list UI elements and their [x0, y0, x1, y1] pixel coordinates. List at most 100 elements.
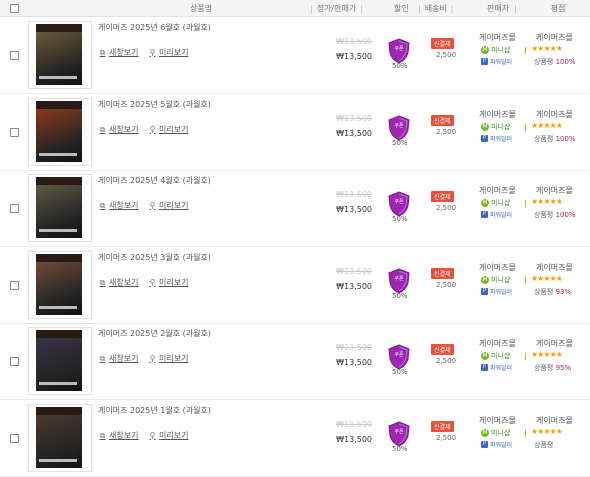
select-all-checkbox[interactable] [10, 4, 19, 13]
product-thumbnail[interactable] [28, 251, 92, 319]
header-shipping: | 배송비 | [418, 4, 454, 13]
new-window-icon: ⧉ [99, 353, 106, 363]
new-window-link[interactable]: ⧉ 새창보기 [98, 200, 139, 211]
row-checkbox[interactable] [10, 128, 19, 137]
minishop-icon: M [481, 429, 489, 437]
seller-name[interactable]: 게이머즈몰 [479, 262, 516, 273]
sale-price: ₩13,500 [336, 205, 372, 214]
coupon-shield-icon[interactable]: 쿠폰 [388, 115, 410, 141]
magazine-cover-image [36, 24, 82, 85]
sale-price: ₩13,500 [336, 52, 372, 61]
payment-badge: 신결제 [431, 344, 454, 355]
new-window-link[interactable]: ⧉ 새창보기 [98, 47, 139, 58]
star-rating: ★★★★★ [531, 121, 563, 130]
preview-link[interactable]: ⚲ 미리보기 [148, 47, 189, 58]
original-price: ₩13,500 [336, 114, 372, 123]
row-checkbox[interactable] [10, 281, 19, 290]
product-title[interactable]: 게이머즈 2025년 4월호 (과월호) [98, 175, 211, 186]
rating-divider [525, 430, 526, 437]
store-name: 게이머즈몰 [536, 33, 573, 42]
new-window-icon: ⧉ [99, 124, 106, 134]
minishop-link[interactable]: M 미니샵 [481, 428, 510, 438]
rating-divider [525, 353, 526, 360]
preview-link[interactable]: ⚲ 미리보기 [148, 200, 189, 211]
sale-price: ₩13,500 [336, 282, 372, 291]
preview-link[interactable]: ⚲ 미리보기 [148, 353, 189, 364]
coupon-shield-icon[interactable]: 쿠폰 [388, 344, 410, 370]
coupon-label: 쿠폰 [394, 199, 404, 205]
preview-link[interactable]: ⚲ 미리보기 [148, 277, 189, 288]
star-rating: ★★★★★ [531, 197, 563, 206]
new-window-icon: ⧉ [99, 277, 106, 287]
product-thumbnail[interactable] [28, 174, 92, 242]
header-seller: 판매자 [487, 4, 510, 13]
minishop-link[interactable]: M 미니샵 [481, 45, 510, 55]
list-header: 상품명 | 정가/판매가 | 할인 | 배송비 | 판매자 | 평점 [0, 0, 590, 17]
power-dealer-badge: P 파워딜러 [481, 211, 513, 219]
coupon-label: 쿠폰 [394, 429, 404, 435]
minishop-link[interactable]: M 미니샵 [481, 122, 510, 132]
minishop-link[interactable]: M 미니샵 [481, 275, 510, 285]
magnifier-icon: ⚲ [149, 277, 156, 287]
star-rating: ★★★★★ [531, 274, 563, 283]
product-thumbnail[interactable] [28, 98, 92, 166]
star-rating: ★★★★★ [531, 350, 563, 359]
minishop-link[interactable]: M 미니샵 [481, 351, 510, 361]
coupon-shield-icon[interactable]: 쿠폰 [388, 191, 410, 217]
star-rating: ★★★★★ [531, 44, 563, 53]
minishop-icon: M [481, 199, 489, 207]
sale-price: ₩13,500 [336, 435, 372, 444]
magnifier-icon: ⚲ [149, 430, 156, 440]
payment-badge: 신결제 [431, 115, 454, 126]
row-checkbox[interactable] [10, 51, 19, 60]
shipping-fee: 2,500 [436, 357, 457, 365]
magazine-cover-image [36, 330, 82, 391]
product-title[interactable]: 게이머즈 2025년 2월호 (과월호) [98, 328, 211, 339]
review-score: 상품평 100% [534, 135, 576, 143]
review-score: 상품평 100% [534, 211, 576, 219]
power-dealer-icon: P [481, 441, 488, 448]
new-window-link[interactable]: ⧉ 새창보기 [98, 277, 139, 288]
row-checkbox[interactable] [10, 204, 19, 213]
new-window-link[interactable]: ⧉ 새창보기 [98, 124, 139, 135]
original-price: ₩13,500 [336, 343, 372, 352]
seller-name[interactable]: 게이머즈몰 [479, 338, 516, 349]
rating-divider [525, 124, 526, 131]
new-window-link[interactable]: ⧉ 새창보기 [98, 353, 139, 364]
seller-name[interactable]: 게이머즈몰 [479, 109, 516, 120]
shipping-fee: 2,500 [436, 128, 457, 136]
power-dealer-badge: P 파워딜러 [481, 58, 513, 66]
header-discount: 할인 [394, 4, 409, 13]
product-title[interactable]: 게이머즈 2025년 5월호 (과월호) [98, 99, 211, 110]
product-title[interactable]: 게이머즈 2025년 3월호 (과월호) [98, 252, 211, 263]
shipping-fee: 2,500 [436, 434, 457, 442]
seller-name[interactable]: 게이머즈몰 [479, 185, 516, 196]
coupon-shield-icon[interactable]: 쿠폰 [388, 38, 410, 64]
magnifier-icon: ⚲ [149, 47, 156, 57]
minishop-link[interactable]: M 미니샵 [481, 198, 510, 208]
coupon-label: 쿠폰 [394, 276, 404, 282]
store-name: 게이머즈몰 [536, 339, 573, 348]
star-rating: ★★★★★ [531, 427, 563, 436]
new-window-link[interactable]: ⧉ 새창보기 [98, 430, 139, 441]
preview-link[interactable]: ⚲ 미리보기 [148, 430, 189, 441]
row-checkbox[interactable] [10, 357, 19, 366]
power-dealer-icon: P [481, 364, 488, 371]
power-dealer-icon: P [481, 58, 488, 65]
product-thumbnail[interactable] [28, 327, 92, 395]
product-row: 게이머즈 2025년 2월호 (과월호) ⧉ 새창보기 ⚲ 미리보기 ₩13,500… [0, 323, 590, 400]
seller-name[interactable]: 게이머즈몰 [479, 32, 516, 43]
discount-rate: 50% [392, 139, 408, 147]
coupon-shield-icon[interactable]: 쿠폰 [388, 268, 410, 294]
product-title[interactable]: 게이머즈 2025년 6월호 (과월호) [98, 22, 211, 33]
original-price: ₩13,500 [336, 37, 372, 46]
power-dealer-badge: P 파워딜러 [481, 441, 513, 449]
product-thumbnail[interactable] [28, 404, 92, 472]
product-thumbnail[interactable] [28, 21, 92, 89]
coupon-shield-icon[interactable]: 쿠폰 [388, 421, 410, 447]
seller-name[interactable]: 게이머즈몰 [479, 415, 516, 426]
original-price: ₩13,500 [336, 267, 372, 276]
preview-link[interactable]: ⚲ 미리보기 [148, 124, 189, 135]
product-title[interactable]: 게이머즈 2025년 1월호 (과월호) [98, 405, 211, 416]
store-name: 게이머즈몰 [536, 186, 573, 195]
